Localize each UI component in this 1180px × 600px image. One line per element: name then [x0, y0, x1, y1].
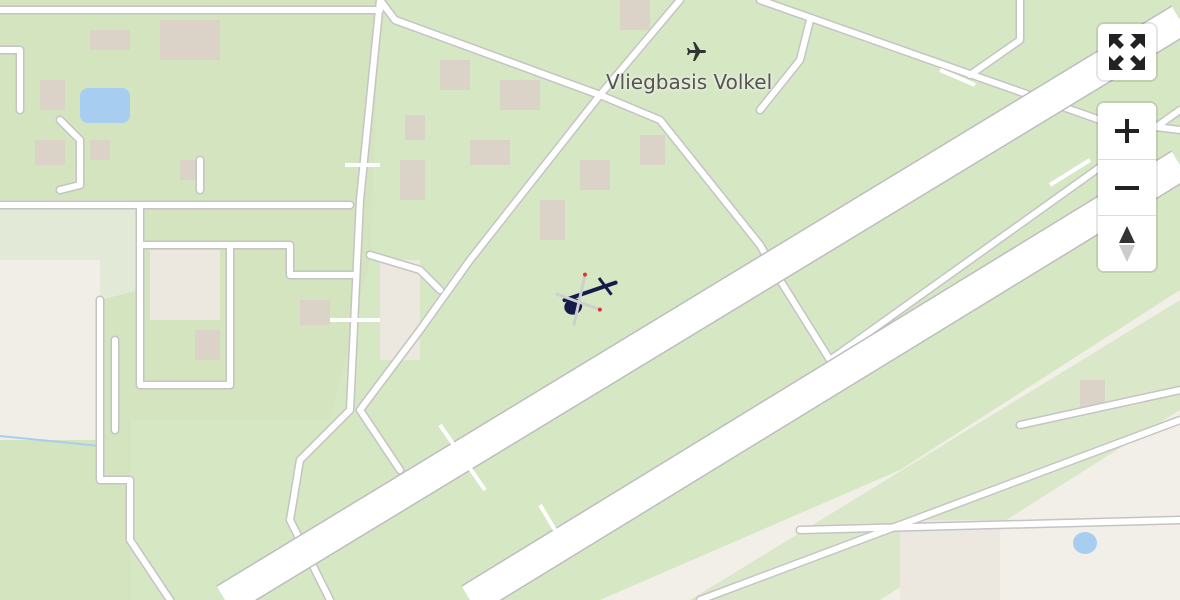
zoom-in-icon [1115, 119, 1139, 143]
zoom-out-button[interactable] [1098, 159, 1156, 215]
place-label[interactable]: Vliegbasis Volkel [606, 70, 772, 94]
compass-icon [1119, 225, 1135, 262]
zoom-out-icon [1115, 185, 1139, 190]
zoom-control [1098, 103, 1156, 271]
fullscreen-icon [1109, 34, 1145, 70]
pond [80, 88, 130, 123]
field-plot [900, 520, 1000, 600]
fullscreen-control [1098, 24, 1156, 80]
pond-southeast [1073, 532, 1097, 554]
airport-icon [687, 42, 706, 61]
map-canvas[interactable] [0, 0, 1180, 600]
fullscreen-button[interactable] [1098, 24, 1156, 80]
zoom-in-button[interactable] [1098, 103, 1156, 159]
reset-bearing-button[interactable] [1098, 215, 1156, 271]
